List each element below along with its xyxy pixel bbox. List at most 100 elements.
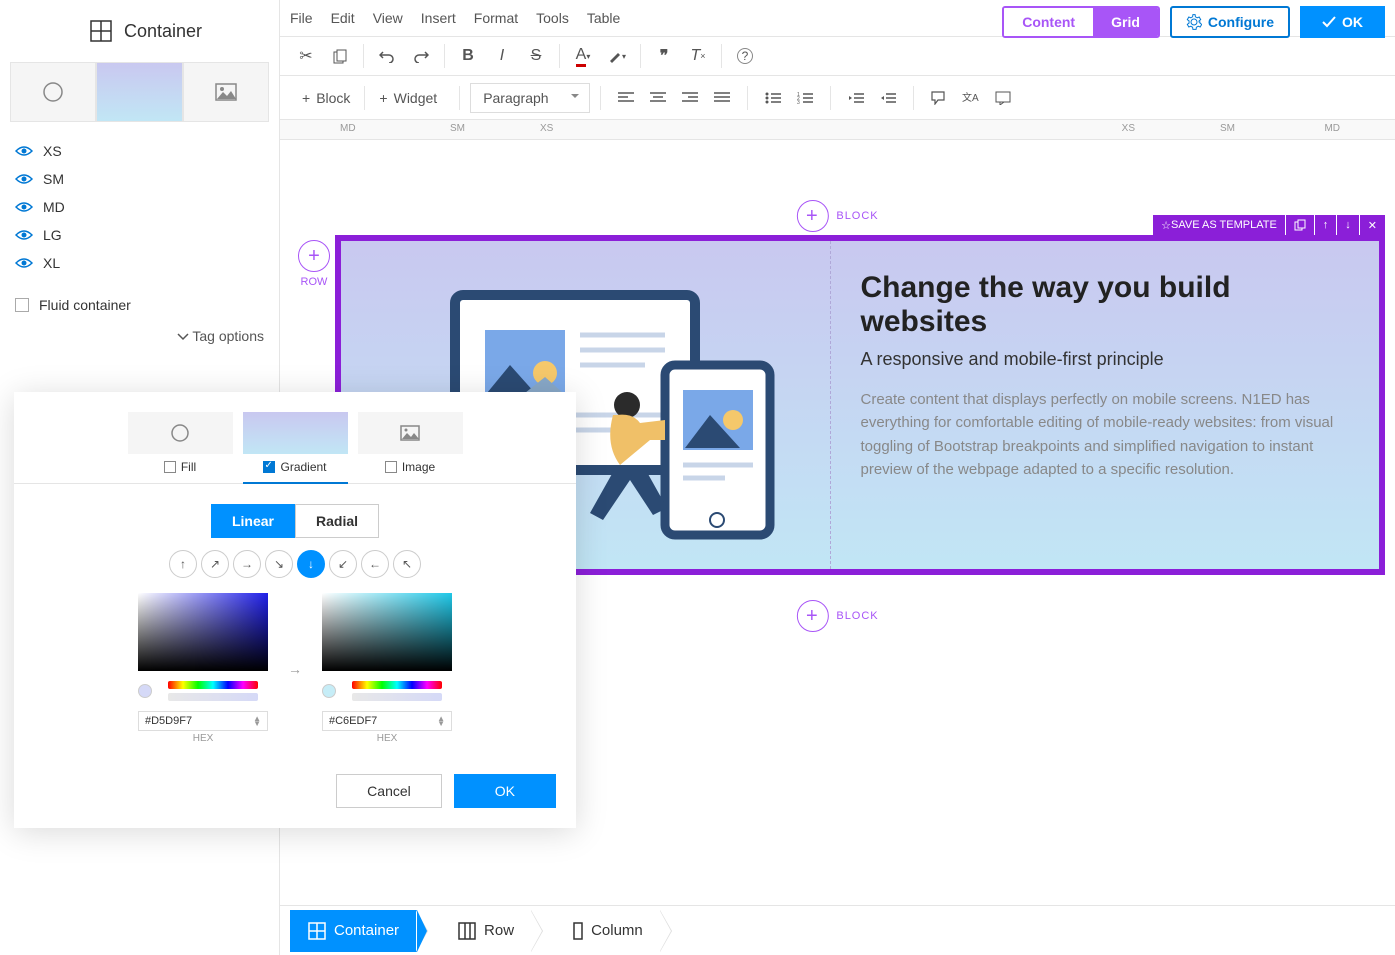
dir-nw[interactable]: ↖ xyxy=(393,550,421,578)
clear-format-button[interactable]: T× xyxy=(682,40,714,72)
cut-button[interactable]: ✂ xyxy=(290,40,322,72)
dialog-ok-button[interactable]: OK xyxy=(454,774,556,808)
dir-sw[interactable]: ↙ xyxy=(329,550,357,578)
bullet-list-button[interactable] xyxy=(758,83,788,113)
indent-button[interactable] xyxy=(873,83,903,113)
breadcrumb-row[interactable]: Row xyxy=(440,910,532,952)
italic-button[interactable]: I xyxy=(486,40,518,72)
dir-ne[interactable]: ↗ xyxy=(201,550,229,578)
align-right-button[interactable] xyxy=(675,83,705,113)
dialog-tab-image[interactable]: Image xyxy=(358,412,463,484)
highlight-button[interactable]: ▾ xyxy=(601,40,633,72)
menu-edit[interactable]: Edit xyxy=(331,10,355,26)
check-icon xyxy=(1322,16,1336,28)
ok-button[interactable]: OK xyxy=(1300,6,1385,38)
bg-tab-gradient[interactable] xyxy=(96,62,182,122)
align-center-button[interactable] xyxy=(643,83,673,113)
breadcrumb-container[interactable]: Container xyxy=(290,910,417,952)
help-button[interactable]: ? xyxy=(729,40,761,72)
hue-slider[interactable] xyxy=(352,681,442,689)
column-icon xyxy=(573,922,583,940)
number-list-button[interactable]: 123 xyxy=(790,83,820,113)
menu-view[interactable]: View xyxy=(373,10,403,26)
hex-label: HEX xyxy=(322,733,452,744)
menu-file[interactable]: File xyxy=(290,10,313,26)
dir-up[interactable]: ↑ xyxy=(169,550,197,578)
dir-se[interactable]: ↘ xyxy=(265,550,293,578)
hex-input-start[interactable]: #D5D9F7▲▼ xyxy=(138,711,268,731)
chat-button[interactable] xyxy=(988,83,1018,113)
alpha-slider[interactable] xyxy=(352,693,442,701)
save-template-label: SAVE AS TEMPLATE xyxy=(1171,219,1277,231)
gear-icon xyxy=(1186,14,1202,30)
breakpoint-lg[interactable]: LG xyxy=(15,221,264,249)
block-text-column: Change the way you build websites A resp… xyxy=(830,241,1380,569)
translate-button[interactable]: 文A xyxy=(956,83,986,113)
grid-tab[interactable]: Grid xyxy=(1093,8,1158,36)
dialog-tab-fill[interactable]: Fill xyxy=(128,412,233,484)
tag-options-toggle[interactable]: Tag options xyxy=(0,318,279,354)
content-tab[interactable]: Content xyxy=(1004,8,1093,36)
bold-button[interactable]: B xyxy=(452,40,484,72)
move-up-button[interactable]: ↑ xyxy=(1315,215,1337,235)
tag-options-label: Tag options xyxy=(192,328,264,344)
arrow-icon: → xyxy=(288,661,302,677)
add-block-top[interactable]: + BLOCK xyxy=(796,200,878,232)
copy-button[interactable] xyxy=(324,40,356,72)
paragraph-label: Paragraph xyxy=(483,90,548,106)
alpha-slider[interactable] xyxy=(168,693,258,701)
stepper-icon: ▲▼ xyxy=(253,716,261,726)
add-block-button[interactable]: +Block xyxy=(290,84,362,112)
breakpoints-list: XS SM MD LG XL xyxy=(0,122,279,282)
save-template-button[interactable]: ☆ SAVE AS TEMPLATE xyxy=(1153,215,1285,235)
radial-button[interactable]: Radial xyxy=(295,504,379,538)
bg-tab-image[interactable] xyxy=(183,62,269,122)
saturation-area[interactable] xyxy=(138,593,268,671)
menu-insert[interactable]: Insert xyxy=(421,10,456,26)
breakpoint-xs[interactable]: XS xyxy=(15,137,264,165)
cancel-button[interactable]: Cancel xyxy=(336,774,442,808)
strike-button[interactable]: S xyxy=(520,40,552,72)
configure-button[interactable]: Configure xyxy=(1170,6,1290,38)
dialog-tab-gradient[interactable]: Gradient xyxy=(243,412,348,484)
breakpoint-md[interactable]: MD xyxy=(15,193,264,221)
dir-left[interactable]: ← xyxy=(361,550,389,578)
saturation-area[interactable] xyxy=(322,593,452,671)
move-down-button[interactable]: ↓ xyxy=(1337,215,1359,235)
svg-text:3: 3 xyxy=(797,100,800,104)
dir-right[interactable]: → xyxy=(233,550,261,578)
breakpoint-xl[interactable]: XL xyxy=(15,249,264,277)
quote-button[interactable]: ❞ xyxy=(648,40,680,72)
undo-icon xyxy=(379,49,395,63)
delete-block-button[interactable]: ✕ xyxy=(1360,215,1385,235)
linear-button[interactable]: Linear xyxy=(211,504,295,538)
dialog-buttons: Cancel OK xyxy=(14,744,576,808)
redo-button[interactable] xyxy=(405,40,437,72)
paragraph-dropdown[interactable]: Paragraph xyxy=(470,83,590,113)
marker-icon xyxy=(608,49,622,63)
menu-format[interactable]: Format xyxy=(474,10,518,26)
breakpoint-sm[interactable]: SM xyxy=(15,165,264,193)
hue-slider[interactable] xyxy=(168,681,258,689)
bg-tab-fill[interactable] xyxy=(10,62,96,122)
add-row[interactable]: + ROW xyxy=(298,240,330,288)
menu-tools[interactable]: Tools xyxy=(536,10,569,26)
bp-label: XL xyxy=(43,255,60,271)
add-block-bottom[interactable]: + BLOCK xyxy=(796,600,878,632)
comment-button[interactable] xyxy=(924,83,954,113)
align-left-button[interactable] xyxy=(611,83,641,113)
duplicate-button[interactable] xyxy=(1286,215,1314,235)
dir-down[interactable]: ↓ xyxy=(297,550,325,578)
hex-input-end[interactable]: #C6EDF7▲▼ xyxy=(322,711,452,731)
fluid-container-checkbox[interactable]: Fluid container xyxy=(0,282,279,318)
breadcrumb: Container Row Column xyxy=(280,905,1395,955)
undo-button[interactable] xyxy=(371,40,403,72)
sidebar-title: Container xyxy=(0,0,279,62)
outdent-button[interactable] xyxy=(841,83,871,113)
eye-icon xyxy=(15,257,33,269)
breadcrumb-column[interactable]: Column xyxy=(555,910,661,952)
text-color-button[interactable]: A ▾ xyxy=(567,40,599,72)
align-justify-button[interactable] xyxy=(707,83,737,113)
add-widget-button[interactable]: +Widget xyxy=(367,84,449,112)
menu-table[interactable]: Table xyxy=(587,10,620,26)
